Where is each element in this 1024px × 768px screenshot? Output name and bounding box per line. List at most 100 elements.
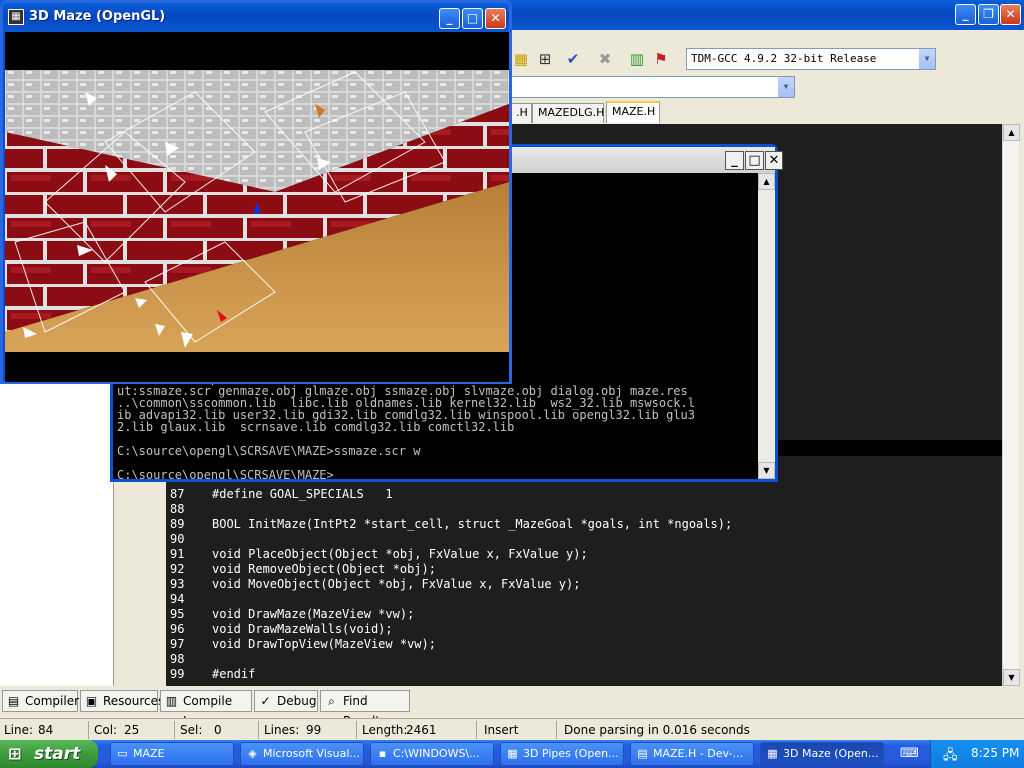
stop-icon[interactable]: ✖ (594, 48, 616, 70)
tab-h[interactable]: .H (510, 103, 532, 123)
check-syntax-icon[interactable]: ✔ (562, 48, 584, 70)
chart-icon[interactable]: ▥ (626, 48, 648, 70)
console-scrollbar[interactable]: ▲ ▼ (758, 173, 775, 479)
code-line: void DrawMaze(MazeView *vw); (212, 607, 415, 621)
scroll-up-icon[interactable]: ▲ (758, 173, 775, 190)
scroll-down-icon[interactable]: ▼ (1003, 669, 1020, 686)
profile-icon[interactable]: ⚑ (650, 48, 672, 70)
windows-grid-icon[interactable]: ▦ (510, 48, 532, 70)
maze-scene (5, 32, 509, 382)
console-line: C:\source\opengl\SCRSAVE\MAZE>ssmaze.scr… (117, 444, 421, 458)
console-line: C:\source\opengl\SCRSAVE\MAZE> (117, 468, 334, 479)
status-separator (258, 721, 259, 739)
tab-compile-log[interactable]: ▥Compile Log (160, 690, 252, 728)
tab-find-results[interactable]: ⌕Find Results (320, 690, 410, 728)
line-number: 89 (170, 517, 185, 531)
tab-maze-h[interactable]: MAZE.H (606, 101, 660, 123)
compiler-select[interactable]: TDM-GCC 4.9.2 32-bit Release ▼ (686, 48, 936, 70)
status-length-label: Length: (362, 723, 408, 737)
status-separator (476, 721, 477, 739)
line-number: 92 (170, 562, 185, 576)
line-number: 98 (170, 652, 185, 666)
project-browser[interactable] (0, 382, 114, 686)
tile-icon[interactable]: ⊞ (534, 48, 556, 70)
maximize-button[interactable]: □ (462, 8, 483, 29)
maze-title: 3D Maze (OpenGL) (29, 9, 166, 24)
task-button-visual-studio[interactable]: ◈ Microsoft Visual... (240, 742, 364, 766)
find-results-icon: ⌕ (328, 694, 335, 708)
status-lines-label: Lines: (264, 723, 300, 737)
class-select[interactable]: ▼ (510, 76, 795, 98)
debug-icon: ✓ (260, 694, 271, 708)
clock[interactable]: 8:25 PM (971, 746, 1019, 760)
scroll-up-icon[interactable]: ▲ (1003, 124, 1020, 141)
close-button[interactable]: ✕ (1000, 4, 1021, 25)
visual-studio-icon: ◈ (248, 747, 257, 760)
taskbar: ⊞ start ▭ MAZE ◈ Microsoft Visual... ▪ C:\W… (0, 740, 1024, 768)
minimize-button[interactable]: _ (439, 8, 460, 29)
close-button[interactable]: ✕ (765, 151, 783, 170)
resources-icon: ▣ (85, 694, 98, 708)
scroll-down-icon[interactable]: ▼ (758, 462, 775, 479)
status-line-label: Line: (4, 723, 34, 737)
system-tray: 🖧 8:25 PM (930, 740, 1024, 768)
line-number: 87 (170, 487, 185, 501)
maze-3d-viewport[interactable] (5, 32, 509, 382)
network-icon[interactable]: 🖧 (943, 746, 958, 768)
opengl-window-icon: ▦ (767, 747, 778, 760)
start-label: start (34, 744, 81, 764)
tab-mazedlg-h[interactable]: MAZEDLG.H (532, 103, 604, 123)
task-button-3d-pipes[interactable]: ▦ 3D Pipes (Open... (500, 742, 624, 766)
status-col-label: Col: (94, 723, 118, 737)
status-col-value: 25 (124, 723, 140, 737)
console-line: 2.lib glaux.lib scrnsave.lib comdlg32.li… (117, 420, 515, 434)
task-label: 3D Pipes (Open... (523, 747, 619, 760)
toolbar: ▦ ⊞ ✔ ✖ ▥ ⚑ TDM-GCC 4.9.2 32-bit Release… (510, 48, 1024, 72)
splitter-area (114, 482, 166, 686)
tab-compiler[interactable]: ▤ Compiler (2, 690, 79, 712)
app-icon: ▦ (8, 9, 24, 25)
chevron-down-icon[interactable]: ▼ (918, 49, 935, 69)
status-separator (556, 721, 557, 739)
status-bar: Line: 84 Col: 25 Sel: 0 Lines: 99 Length… (0, 718, 1024, 740)
status-message: Done parsing in 0.016 seconds (564, 723, 750, 737)
line-number: 91 (170, 547, 185, 561)
compiler-select-value: TDM-GCC 4.9.2 32-bit Release (691, 52, 877, 65)
line-number: 88 (170, 502, 185, 516)
tab-label: Resources (103, 694, 165, 708)
task-button-maze-folder[interactable]: ▭ MAZE (110, 742, 234, 766)
status-sel-label: Sel: (180, 723, 203, 737)
start-button[interactable]: ⊞ start (0, 740, 98, 768)
status-separator (88, 721, 89, 739)
bottom-panel-tabs: ▤ Compiler ▣ Resources ▥Compile Log ✓ Debug… (0, 690, 1024, 728)
task-button-devcpp[interactable]: ▤ MAZE.H - Dev-... (630, 742, 754, 766)
devcpp-icon: ▤ (637, 747, 648, 760)
tab-resources[interactable]: ▣ Resources (80, 690, 164, 712)
status-separator (356, 721, 357, 739)
code-line: #endif (212, 667, 256, 681)
editor-scrollbar[interactable]: ▲ ▼ (1002, 124, 1020, 686)
code-line: #define GOAL_SPECIALS 1 (212, 487, 393, 501)
status-length-value: 2461 (406, 723, 437, 737)
task-label: Microsoft Visual... (263, 747, 360, 760)
status-lines-value: 99 (306, 723, 322, 737)
maze-title-bar[interactable]: ▦ 3D Maze (OpenGL) _ □ ✕ (3, 3, 509, 32)
chevron-down-icon[interactable]: ▼ (777, 77, 794, 97)
code-line: BOOL InitMaze(IntPt2 *start_cell, struct… (212, 517, 733, 531)
task-button-console[interactable]: ▪ C:\WINDOWS\... (370, 742, 494, 766)
maze-window[interactable]: ▦ 3D Maze (OpenGL) _ □ ✕ (0, 0, 512, 384)
close-button[interactable]: ✕ (485, 8, 506, 29)
keyboard-icon[interactable]: ⌨ (900, 746, 919, 762)
tab-debug[interactable]: ✓ Debug (254, 690, 318, 712)
status-line-value: 84 (38, 723, 54, 737)
task-label: C:\WINDOWS\... (393, 747, 480, 760)
minimize-button[interactable]: _ (725, 151, 744, 170)
maximize-button[interactable]: □ (745, 151, 764, 170)
task-button-3d-maze[interactable]: ▦ 3D Maze (Open... (760, 742, 884, 766)
code-line: void RemoveObject(Object *obj); (212, 562, 436, 576)
restore-button[interactable]: ❐ (978, 4, 999, 25)
opengl-window-icon: ▦ (507, 747, 518, 760)
tab-label: Debug (277, 694, 317, 708)
status-mode: Insert (484, 723, 519, 737)
minimize-button[interactable]: _ (955, 4, 976, 25)
